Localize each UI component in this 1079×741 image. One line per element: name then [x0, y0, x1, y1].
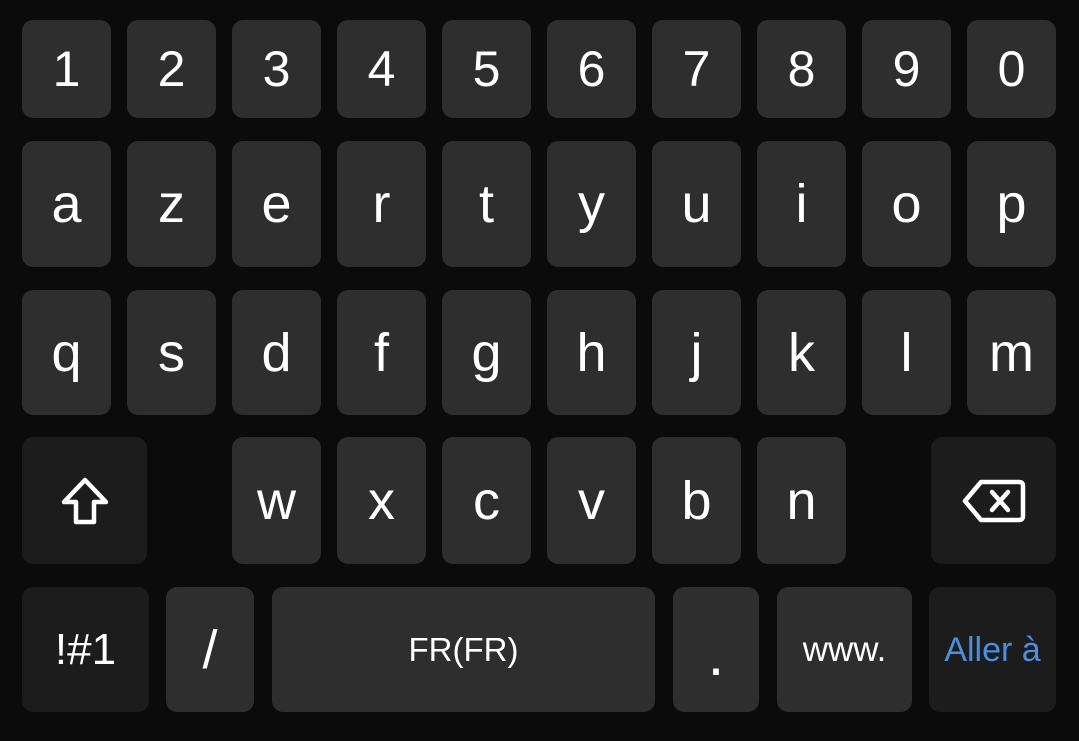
key-label: v [578, 470, 605, 531]
key-3[interactable]: 3 [232, 20, 321, 118]
backspace-icon [961, 478, 1027, 524]
key-label: l [900, 322, 913, 383]
key-label: 7 [682, 41, 711, 97]
key-label: t [478, 174, 494, 234]
key-label: x [368, 470, 395, 531]
key-label: 4 [367, 41, 396, 97]
key-label: 5 [472, 41, 501, 97]
key-label: u [681, 174, 712, 234]
key-k[interactable]: k [757, 290, 846, 415]
key-8[interactable]: 8 [757, 20, 846, 118]
key-w[interactable]: w [232, 437, 321, 564]
key-label: 6 [577, 41, 606, 97]
key-label: n [786, 470, 817, 531]
key-label: y [578, 174, 605, 234]
key-label: o [891, 174, 922, 234]
key-v[interactable]: v [547, 437, 636, 564]
key-label: 2 [157, 41, 186, 97]
key-label: i [795, 174, 808, 234]
key-5[interactable]: 5 [442, 20, 531, 118]
key-f[interactable]: f [337, 290, 426, 415]
key-label: b [681, 470, 712, 531]
key-r[interactable]: r [337, 141, 426, 267]
key-label: r [372, 174, 391, 234]
key-label: 9 [892, 41, 921, 97]
backspace-key[interactable] [931, 437, 1056, 564]
key-label: j [690, 322, 703, 383]
slash-key-label: / [202, 619, 218, 680]
key-label: w [257, 470, 296, 531]
key-label: 8 [787, 41, 816, 97]
key-a[interactable]: a [22, 141, 111, 267]
space-key-label: FR(FR) [408, 631, 519, 668]
key-label: s [158, 322, 185, 383]
key-l[interactable]: l [862, 290, 951, 415]
key-x[interactable]: x [337, 437, 426, 564]
key-label: g [471, 322, 502, 383]
key-label: k [788, 322, 815, 383]
key-1[interactable]: 1 [22, 20, 111, 118]
key-q[interactable]: q [22, 290, 111, 415]
key-u[interactable]: u [652, 141, 741, 267]
key-b[interactable]: b [652, 437, 741, 564]
key-0[interactable]: 0 [967, 20, 1056, 118]
symbols-key-label: !#1 [54, 624, 117, 674]
key-4[interactable]: 4 [337, 20, 426, 118]
shift-icon [59, 475, 111, 527]
slash-key[interactable]: / [166, 587, 254, 712]
period-key-label: . [707, 620, 725, 688]
go-key[interactable]: Aller à [929, 587, 1056, 712]
key-label: 1 [52, 41, 81, 97]
key-label: m [989, 322, 1034, 383]
www-key[interactable]: www. [777, 587, 912, 712]
key-d[interactable]: d [232, 290, 321, 415]
key-n[interactable]: n [757, 437, 846, 564]
go-key-label: Aller à [944, 630, 1041, 669]
key-y[interactable]: y [547, 141, 636, 267]
key-c[interactable]: c [442, 437, 531, 564]
www-key-label: www. [802, 630, 887, 669]
key-7[interactable]: 7 [652, 20, 741, 118]
key-p[interactable]: p [967, 141, 1056, 267]
key-o[interactable]: o [862, 141, 951, 267]
key-j[interactable]: j [652, 290, 741, 415]
keyboard: 1 2 3 4 5 6 7 8 9 0 a z e r t y u i o p … [0, 0, 1079, 741]
key-label: h [576, 322, 607, 383]
space-key[interactable]: FR(FR) [272, 587, 655, 712]
key-label: p [996, 174, 1027, 234]
key-t[interactable]: t [442, 141, 531, 267]
key-z[interactable]: z [127, 141, 216, 267]
key-s[interactable]: s [127, 290, 216, 415]
symbols-key[interactable]: !#1 [22, 587, 149, 712]
key-label: 0 [997, 41, 1026, 97]
key-m[interactable]: m [967, 290, 1056, 415]
key-label: e [261, 174, 292, 234]
key-label: d [261, 322, 292, 383]
key-g[interactable]: g [442, 290, 531, 415]
key-h[interactable]: h [547, 290, 636, 415]
key-label: 3 [262, 41, 291, 97]
key-label: z [158, 174, 185, 234]
period-key[interactable]: . [673, 587, 759, 712]
key-i[interactable]: i [757, 141, 846, 267]
key-label: f [373, 322, 389, 383]
key-e[interactable]: e [232, 141, 321, 267]
key-label: a [51, 174, 82, 234]
key-label: c [473, 470, 500, 531]
key-2[interactable]: 2 [127, 20, 216, 118]
shift-key[interactable] [22, 437, 147, 564]
key-6[interactable]: 6 [547, 20, 636, 118]
key-9[interactable]: 9 [862, 20, 951, 118]
key-label: q [51, 322, 82, 383]
